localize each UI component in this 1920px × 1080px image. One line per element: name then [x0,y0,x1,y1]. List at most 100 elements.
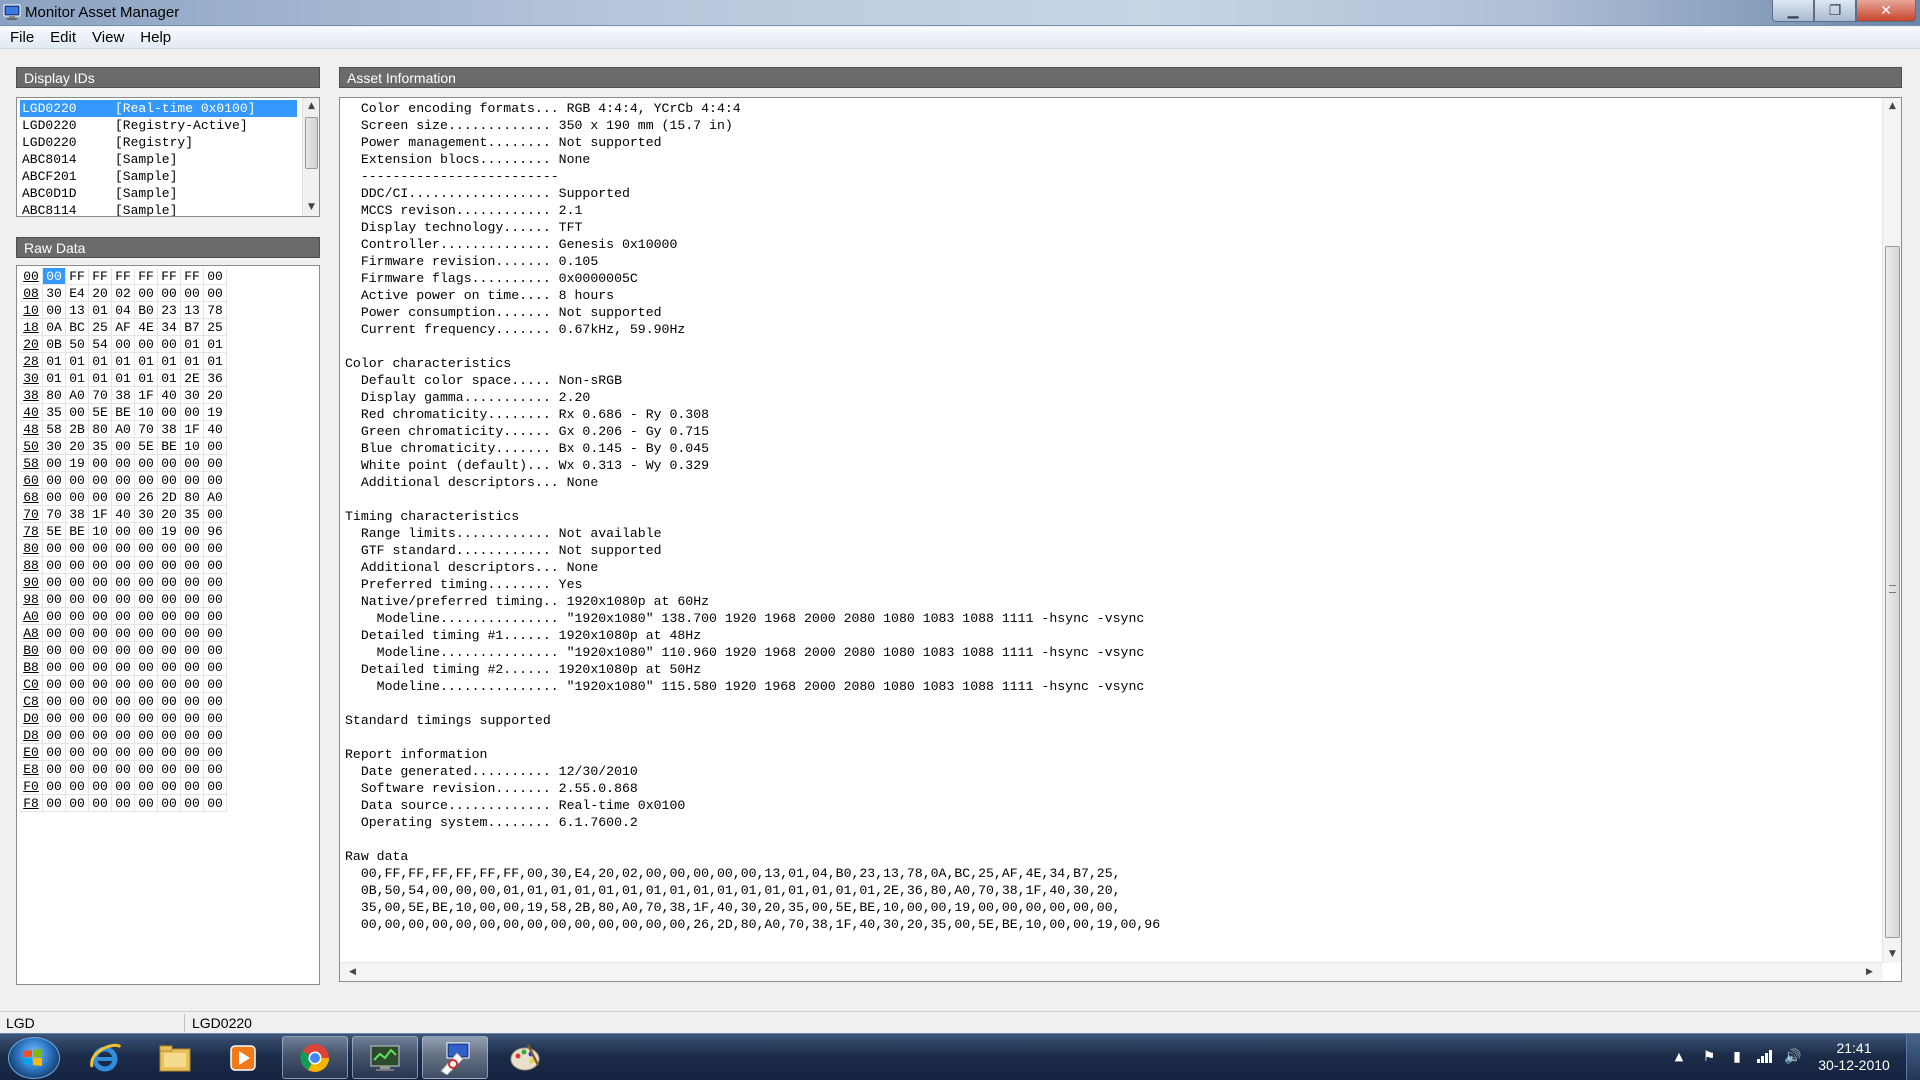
raw-data-byte[interactable]: 00 [181,676,204,693]
raw-data-byte[interactable]: 00 [181,710,204,727]
raw-data-byte[interactable]: 00 [181,778,204,795]
raw-data-byte[interactable]: 00 [181,795,204,812]
raw-data-byte[interactable]: FF [112,268,135,285]
raw-data-byte[interactable]: 00 [135,591,158,608]
raw-data-byte[interactable]: 00 [89,710,112,727]
raw-data-byte[interactable]: 00 [158,608,181,625]
raw-data-byte[interactable]: 00 [66,761,89,778]
menu-help[interactable]: Help [132,29,179,46]
raw-data-byte[interactable]: 00 [43,557,66,574]
raw-data-byte[interactable]: 01 [181,353,204,370]
raw-data-byte[interactable]: 00 [181,693,204,710]
raw-data-byte[interactable]: 1F [89,506,112,523]
maximize-button[interactable]: ❐ [1814,0,1856,22]
raw-data-byte[interactable]: 00 [204,676,227,693]
raw-data-byte[interactable]: 00 [43,744,66,761]
raw-data-byte[interactable]: 20 [89,285,112,302]
raw-data-byte[interactable]: 00 [135,455,158,472]
raw-data-byte[interactable]: 00 [112,642,135,659]
show-desktop-button[interactable] [1906,1034,1920,1080]
raw-data-byte[interactable]: FF [89,268,112,285]
raw-data-byte[interactable]: 19 [204,404,227,421]
raw-data-byte[interactable]: 01 [135,353,158,370]
raw-data-byte[interactable]: 00 [43,472,66,489]
raw-data-byte[interactable]: 00 [89,591,112,608]
raw-data-byte[interactable]: 00 [66,642,89,659]
raw-data-byte[interactable]: 00 [43,727,66,744]
raw-data-byte[interactable]: 80 [43,387,66,404]
raw-data-byte[interactable]: 00 [158,404,181,421]
display-id-item[interactable]: ABC0D1D [Sample] [20,185,297,202]
system-clock[interactable]: 21:41 30-12-2010 [1814,1040,1894,1074]
raw-data-byte[interactable]: 00 [89,472,112,489]
raw-data-byte[interactable]: 00 [66,744,89,761]
raw-data-byte[interactable]: 2B [66,421,89,438]
raw-data-byte[interactable]: 00 [181,540,204,557]
raw-data-byte[interactable]: FF [181,268,204,285]
raw-data-byte[interactable]: 01 [181,336,204,353]
raw-data-byte[interactable]: 38 [112,387,135,404]
raw-data-byte[interactable]: 96 [204,523,227,540]
raw-data-byte[interactable]: 10 [181,438,204,455]
raw-data-byte[interactable]: 00 [135,608,158,625]
raw-data-byte[interactable]: BE [158,438,181,455]
raw-data-byte[interactable]: 00 [135,574,158,591]
raw-data-byte[interactable]: 00 [135,472,158,489]
raw-data-byte[interactable]: 00 [158,778,181,795]
raw-data-byte[interactable]: 19 [66,455,89,472]
raw-data-byte[interactable]: 00 [66,404,89,421]
raw-data-byte[interactable]: 00 [66,540,89,557]
battery-icon[interactable]: ▮ [1728,1048,1746,1066]
display-id-item[interactable]: ABC8014 [Sample] [20,151,297,168]
raw-data-byte[interactable]: 30 [43,285,66,302]
raw-data-byte[interactable]: 58 [43,421,66,438]
raw-data-byte[interactable]: 00 [89,744,112,761]
raw-data-byte[interactable]: FF [135,268,158,285]
display-id-item[interactable]: ABC8114 [Sample] [20,202,297,216]
raw-data-byte[interactable]: 00 [158,659,181,676]
raw-data-byte[interactable]: 40 [204,421,227,438]
raw-data-byte[interactable]: 00 [204,557,227,574]
raw-data-byte[interactable]: 00 [112,676,135,693]
raw-data-byte[interactable]: 00 [43,778,66,795]
scroll-down-arrow-icon[interactable]: ▼ [1884,946,1901,963]
raw-data-byte[interactable]: 36 [204,370,227,387]
asset-info-panel[interactable]: Color encoding formats... RGB 4:4:4, YCr… [339,97,1902,982]
raw-data-byte[interactable]: 30 [181,387,204,404]
network-signal-icon[interactable] [1756,1048,1774,1066]
raw-data-byte[interactable]: 01 [135,370,158,387]
raw-data-byte[interactable]: 01 [66,353,89,370]
raw-data-byte[interactable]: 00 [135,523,158,540]
raw-data-byte[interactable]: 34 [158,319,181,336]
raw-data-byte[interactable]: 20 [158,506,181,523]
raw-data-byte[interactable]: 00 [181,727,204,744]
raw-data-byte[interactable]: 26 [135,489,158,506]
raw-data-byte[interactable]: FF [66,268,89,285]
raw-data-byte[interactable]: 00 [89,540,112,557]
display-ids-scrollbar[interactable]: ▲ ▼ [302,98,319,216]
raw-data-byte[interactable]: 00 [112,455,135,472]
raw-data-byte[interactable]: 00 [43,268,66,285]
taskbar-windows-explorer[interactable] [142,1036,208,1079]
raw-data-byte[interactable]: 00 [135,727,158,744]
raw-data-byte[interactable]: 00 [43,302,66,319]
raw-data-byte[interactable]: 00 [43,608,66,625]
raw-data-byte[interactable]: 00 [158,744,181,761]
raw-data-byte[interactable]: 00 [112,574,135,591]
raw-data-byte[interactable]: 00 [181,557,204,574]
raw-data-byte[interactable]: 00 [181,472,204,489]
raw-data-byte[interactable]: 00 [181,574,204,591]
raw-data-byte[interactable]: 00 [66,693,89,710]
raw-data-byte[interactable]: 02 [112,285,135,302]
scroll-up-arrow-icon[interactable]: ▲ [303,98,319,115]
raw-data-byte[interactable]: 00 [112,744,135,761]
raw-data-byte[interactable]: 00 [66,710,89,727]
raw-data-byte[interactable]: 00 [158,710,181,727]
raw-data-byte[interactable]: 00 [112,778,135,795]
raw-data-byte[interactable]: 00 [204,659,227,676]
raw-data-byte[interactable]: 00 [135,761,158,778]
raw-data-byte[interactable]: 00 [181,404,204,421]
raw-data-byte[interactable]: 00 [89,557,112,574]
raw-data-byte[interactable]: 00 [112,472,135,489]
raw-data-byte[interactable]: 01 [43,370,66,387]
